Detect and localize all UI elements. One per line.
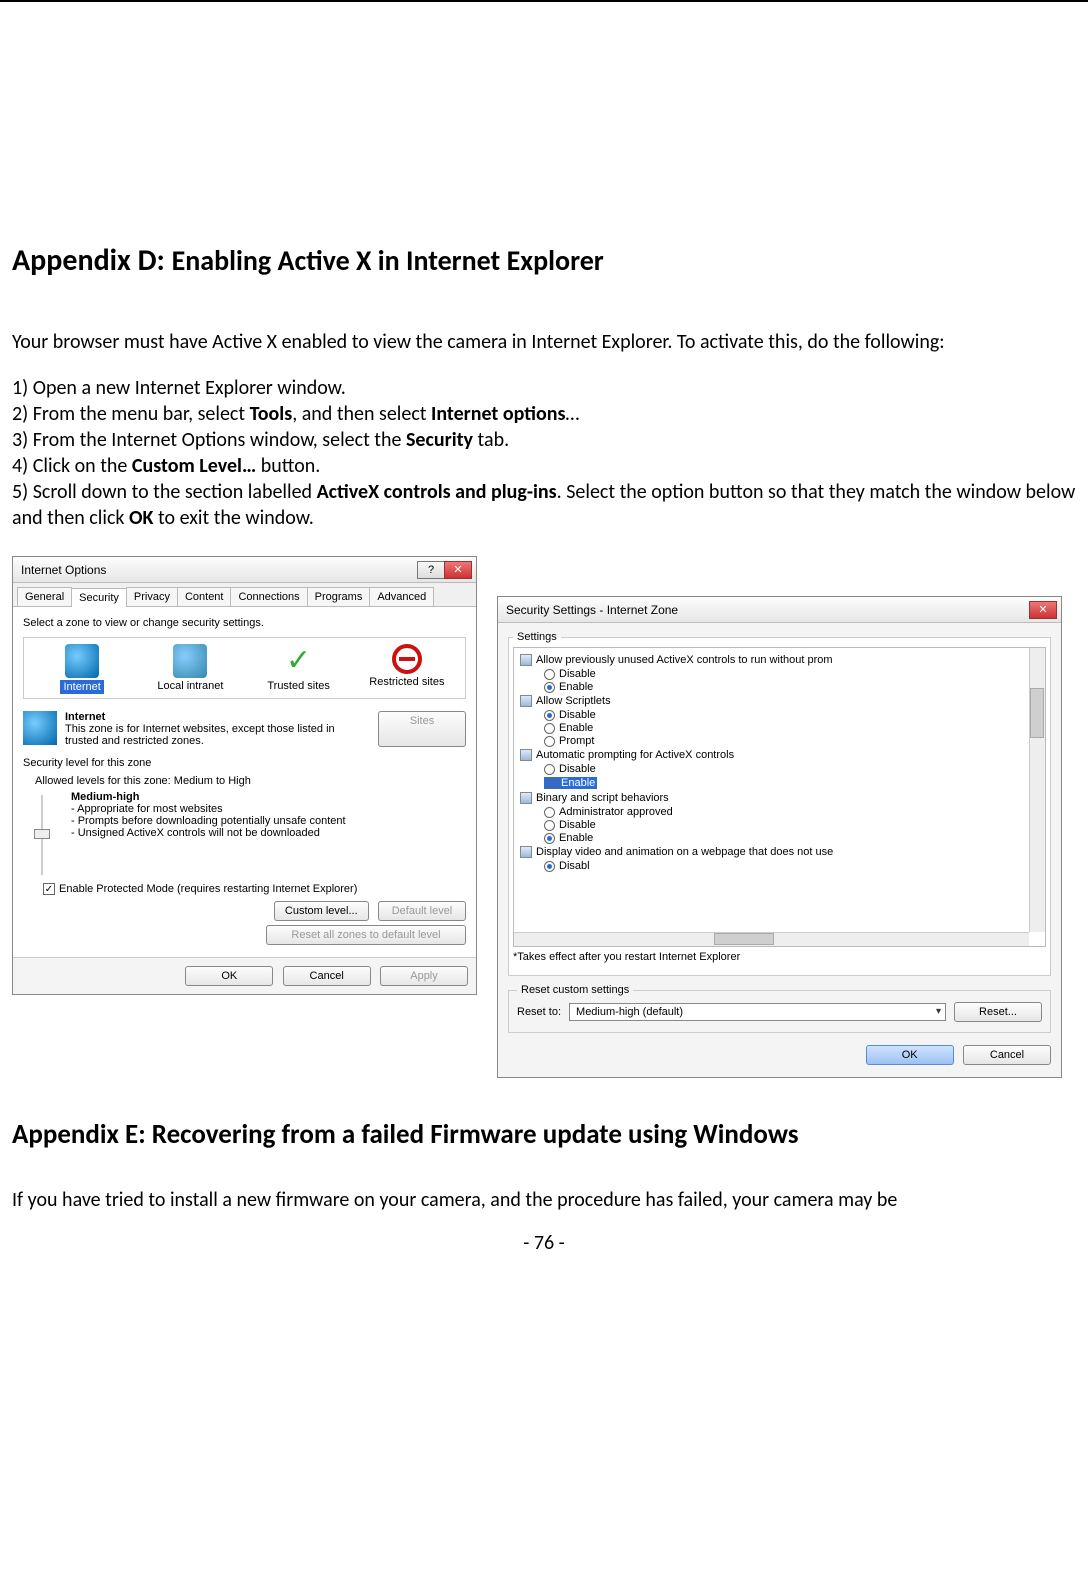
tree-node: Allow previously unused ActiveX controls… <box>520 654 1043 666</box>
tab-content[interactable]: Content <box>177 587 232 606</box>
node-icon <box>520 749 532 761</box>
radio-option[interactable]: Disable <box>544 763 1043 775</box>
radio-icon <box>544 820 555 831</box>
zone-restricted-sites[interactable]: Restricted sites <box>367 644 447 694</box>
settings-group: Settings Allow previously unused ActiveX… <box>508 631 1051 976</box>
io-title: Internet Options <box>21 563 106 577</box>
heading-title: Enabling Active X in Internet Explorer <box>172 243 604 278</box>
globe-icon <box>65 644 99 678</box>
tree-node: Automatic prompting for ActiveX controls <box>520 749 1043 761</box>
heading-prefix: Appendix D: <box>12 242 172 279</box>
restricted-icon <box>392 644 422 674</box>
radio-icon <box>544 736 555 747</box>
tree-node: Binary and script behaviors <box>520 792 1043 804</box>
io-tabs: General Security Privacy Content Connect… <box>13 583 476 607</box>
internet-options-window: Internet Options ? ✕ General Security Pr… <box>12 556 477 995</box>
radio-option[interactable]: Enable <box>544 832 1043 844</box>
cancel-button[interactable]: Cancel <box>963 1045 1051 1065</box>
apply-button[interactable]: Apply <box>380 966 468 986</box>
ss-titlebar: Security Settings - Internet Zone ✕ <box>498 597 1061 623</box>
step-3: 3) From the Internet Options window, sel… <box>12 427 1076 453</box>
security-level-slider[interactable] <box>41 795 61 875</box>
radio-option[interactable]: Enable <box>544 681 1043 693</box>
radio-icon <box>544 764 555 775</box>
reset-group: Reset custom settings Reset to: Medium-h… <box>508 984 1051 1033</box>
reset-to-label: Reset to: <box>517 1006 561 1018</box>
globe-icon <box>23 711 57 745</box>
ok-button[interactable]: OK <box>185 966 273 986</box>
zone-local-intranet[interactable]: Local intranet <box>150 644 230 694</box>
radio-option[interactable]: Disabl <box>544 860 1043 872</box>
reset-all-zones-button[interactable]: Reset all zones to default level <box>266 925 466 945</box>
close-button[interactable]: ✕ <box>444 561 472 579</box>
outro-paragraph: If you have tried to install a new firmw… <box>12 1187 1076 1213</box>
node-icon <box>520 654 532 666</box>
step-2: 2) From the menu bar, select Tools, and … <box>12 401 1076 427</box>
horizontal-scroll-thumb[interactable] <box>714 933 774 945</box>
security-level-label: Security level for this zone <box>23 757 466 769</box>
radio-option[interactable]: Prompt <box>544 735 1043 747</box>
tree-node: Display video and animation on a webpage… <box>520 846 1043 858</box>
cancel-button[interactable]: Cancel <box>283 966 371 986</box>
tab-privacy[interactable]: Privacy <box>126 587 178 606</box>
radio-option[interactable]: Enable <box>544 777 597 789</box>
help-button[interactable]: ? <box>417 561 445 579</box>
intranet-icon <box>173 644 207 678</box>
zone-trusted-sites[interactable]: ✓ Trusted sites <box>259 644 339 694</box>
ss-title: Security Settings - Internet Zone <box>506 603 678 617</box>
radio-icon <box>544 861 555 872</box>
step-4: 4) Click on the Custom Level… button. <box>12 453 1076 479</box>
io-titlebar: Internet Options ? ✕ <box>13 557 476 583</box>
tab-programs[interactable]: Programs <box>307 587 371 606</box>
settings-tree[interactable]: Allow previously unused ActiveX controls… <box>513 647 1046 947</box>
default-level-button[interactable]: Default level <box>378 901 466 921</box>
tree-node: Allow Scriptlets <box>520 695 1043 707</box>
check-icon: ✓ <box>282 644 316 678</box>
node-icon <box>520 846 532 858</box>
reset-button[interactable]: Reset... <box>954 1002 1042 1022</box>
heading-appendix-d: Appendix D: Enabling Active X in Interne… <box>12 242 1076 279</box>
radio-option[interactable]: Enable <box>544 722 1043 734</box>
radio-icon <box>544 833 555 844</box>
step-5: 5) Scroll down to the section labelled A… <box>12 479 1076 531</box>
heading-appendix-e: Appendix E: Recovering from a failed Fir… <box>12 1118 1076 1151</box>
security-level-desc: Medium-high - Appropriate for most websi… <box>71 791 346 875</box>
radio-icon <box>544 723 555 734</box>
tab-advanced[interactable]: Advanced <box>369 587 434 606</box>
tab-general[interactable]: General <box>17 587 72 606</box>
radio-icon <box>544 669 555 680</box>
close-button[interactable]: ✕ <box>1029 601 1057 619</box>
allowed-levels: Allowed levels for this zone: Medium to … <box>35 775 466 787</box>
zone-list: Internet Local intranet ✓ Trusted sites … <box>23 637 466 699</box>
reset-combo[interactable]: Medium-high (default) <box>569 1003 946 1021</box>
tab-security[interactable]: Security <box>71 588 127 607</box>
radio-option[interactable]: Administrator approved <box>544 806 1043 818</box>
radio-option[interactable]: Disable <box>544 668 1043 680</box>
sites-button[interactable]: Sites <box>378 711 466 747</box>
zone-internet[interactable]: Internet <box>42 644 122 694</box>
radio-option[interactable]: Disable <box>544 709 1043 721</box>
restart-note: *Takes effect after you restart Internet… <box>513 951 1046 963</box>
zone-prompt: Select a zone to view or change security… <box>23 617 466 629</box>
protected-mode-checkbox[interactable]: ✓Enable Protected Mode (requires restart… <box>43 883 466 895</box>
step-1: 1) Open a new Internet Explorer window. <box>12 375 1076 401</box>
node-icon <box>520 792 532 804</box>
custom-level-button[interactable]: Custom level... <box>274 901 369 921</box>
zone-description: Internet This zone is for Internet websi… <box>65 711 370 747</box>
radio-icon <box>544 710 555 721</box>
node-icon <box>520 695 532 707</box>
security-settings-window: Security Settings - Internet Zone ✕ Sett… <box>497 596 1062 1078</box>
radio-icon <box>544 807 555 818</box>
radio-icon <box>546 778 557 789</box>
vertical-scroll-thumb[interactable] <box>1030 688 1044 738</box>
tab-connections[interactable]: Connections <box>230 587 307 606</box>
page-number: - 76 - <box>12 1231 1076 1255</box>
intro-paragraph: Your browser must have Active X enabled … <box>12 329 1076 355</box>
ok-button[interactable]: OK <box>866 1045 954 1065</box>
checkbox-icon: ✓ <box>43 883 55 895</box>
radio-icon <box>544 682 555 693</box>
radio-option[interactable]: Disable <box>544 819 1043 831</box>
